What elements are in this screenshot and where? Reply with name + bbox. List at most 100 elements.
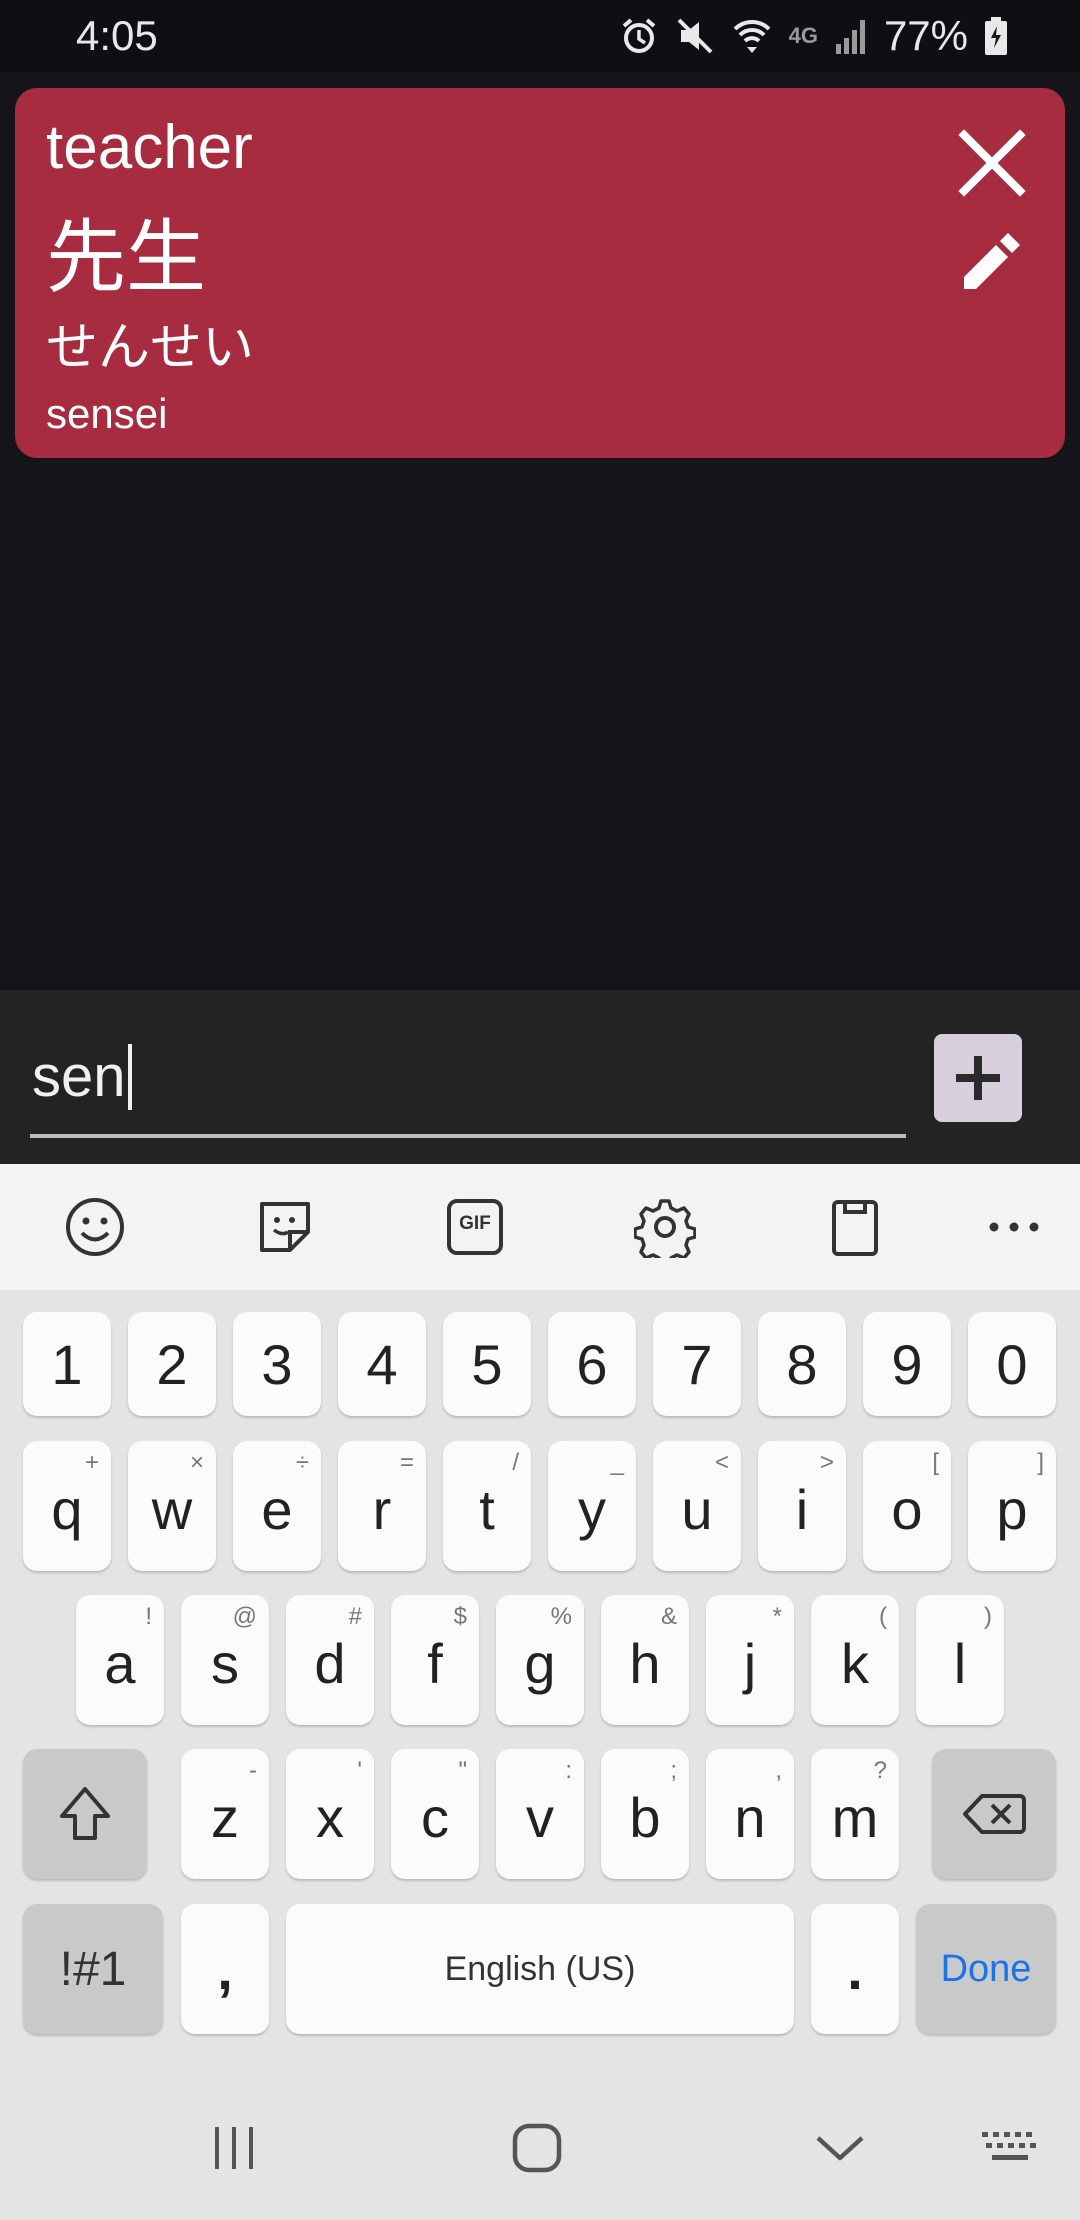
key-alt-label: @ (232, 1603, 257, 1630)
backspace-key[interactable] (932, 1749, 1056, 1879)
clipboard-button[interactable] (817, 1189, 893, 1265)
key-label: 4 (366, 1333, 398, 1396)
settings-button[interactable] (627, 1189, 703, 1265)
key-n[interactable]: ,n (706, 1749, 794, 1879)
key-1[interactable]: 1 (23, 1312, 111, 1416)
status-bar: 4:05 4G 77% (0, 0, 1080, 72)
key-label: 2 (156, 1333, 188, 1396)
key-alt-label: < (714, 1449, 729, 1476)
edit-button[interactable] (947, 216, 1037, 306)
key-h[interactable]: & h (601, 1595, 689, 1725)
period-key[interactable]: . (811, 1904, 899, 2034)
key-b[interactable]: ; b (601, 1749, 689, 1879)
sticker-button[interactable] (247, 1189, 323, 1265)
key-alt-label: ] (1037, 1449, 1044, 1476)
gif-label: GIF (459, 1213, 491, 1234)
status-icons: 4G 77% (619, 10, 1008, 62)
mute-icon (675, 16, 715, 56)
search-input[interactable]: sen (30, 1028, 906, 1138)
key-w[interactable]: × w (128, 1441, 216, 1571)
key-label: t (479, 1478, 495, 1541)
key-0[interactable]: 0 (968, 1312, 1056, 1416)
key-y[interactable]: _ y (548, 1441, 636, 1571)
key-2[interactable]: 2 (128, 1312, 216, 1416)
key-9[interactable]: 9 (863, 1312, 951, 1416)
key-label: i (795, 1478, 809, 1541)
key-alt-label: / (512, 1449, 519, 1476)
key-alt-label: × (189, 1449, 204, 1476)
key-alt-label: _ (610, 1449, 624, 1476)
keyboard-icon (982, 2132, 1036, 2160)
space-key[interactable]: English (US) (286, 1904, 794, 2034)
settings-icon (634, 1199, 696, 1258)
key-label: q (51, 1478, 83, 1541)
status-time: 4:05 (76, 12, 158, 59)
key-alt-label: ' (357, 1757, 362, 1784)
key-o[interactable]: [o (863, 1441, 951, 1571)
key-alt-label: * (772, 1603, 782, 1630)
comma-key[interactable]: , (181, 1904, 269, 2034)
done-label: Done (940, 1947, 1032, 1990)
key-j[interactable]: * j (706, 1595, 794, 1725)
emoji-button[interactable] (57, 1189, 133, 1265)
key-x[interactable]: ' x (286, 1749, 374, 1879)
more-button[interactable] (976, 1189, 1052, 1265)
key-m[interactable]: ? m (811, 1749, 899, 1879)
shift-key[interactable] (23, 1749, 147, 1879)
key-alt-label: ; (670, 1757, 677, 1784)
key-3[interactable]: 3 (233, 1312, 321, 1416)
emoji-icon (66, 1198, 124, 1256)
key-f[interactable]: $ f (391, 1595, 479, 1725)
key-7[interactable]: 7 (653, 1312, 741, 1416)
done-key[interactable]: Done (916, 1904, 1056, 2034)
close-button[interactable] (947, 118, 1037, 208)
key-label: u (681, 1478, 713, 1541)
recents-button[interactable] (184, 2098, 284, 2198)
keyboard-switch-button[interactable] (960, 2098, 1060, 2198)
battery-percent: 77% (883, 12, 968, 59)
key-i[interactable]: > i (758, 1441, 846, 1571)
home-button[interactable] (487, 2098, 587, 2198)
key-label: j (743, 1632, 757, 1695)
key-label: b (629, 1786, 661, 1849)
key-g[interactable]: % g (496, 1595, 584, 1725)
keyboard: GIF 1 2 3 4 5 6 7 8 9 0 + q × w ÷ e = r / t _… (0, 1164, 1080, 2220)
key-label: n (734, 1786, 766, 1849)
key-label: d (314, 1632, 346, 1695)
key-p[interactable]: ] p (968, 1441, 1056, 1571)
key-alt-label: [ (932, 1449, 939, 1476)
battery-charging-icon (984, 16, 1008, 56)
key-c[interactable]: " c (391, 1749, 479, 1879)
key-d[interactable]: # d (286, 1595, 374, 1725)
alarm-icon (619, 16, 659, 56)
key-4[interactable]: 4 (338, 1312, 426, 1416)
key-k[interactable]: (k (811, 1595, 899, 1725)
kana-reading: せんせい (46, 318, 255, 378)
pencil-icon (964, 233, 1020, 289)
add-button[interactable] (934, 1034, 1022, 1122)
gif-button[interactable]: GIF (437, 1189, 513, 1265)
input-value: sen (32, 1044, 126, 1109)
key-s[interactable]: @ s (181, 1595, 269, 1725)
key-a[interactable]: ! a (76, 1595, 164, 1725)
key-r[interactable]: = r (338, 1441, 426, 1571)
key-5[interactable]: 5 (443, 1312, 531, 1416)
key-label: 7 (681, 1333, 713, 1396)
key-v[interactable]: :v (496, 1749, 584, 1879)
key-u[interactable]: < u (653, 1441, 741, 1571)
key-6[interactable]: 6 (548, 1312, 636, 1416)
key-label: g (524, 1632, 556, 1695)
key-8[interactable]: 8 (758, 1312, 846, 1416)
key-t[interactable]: / t (443, 1441, 531, 1571)
period-label: . (847, 1937, 863, 2001)
symbols-key[interactable]: !#1 (23, 1904, 163, 2034)
key-q[interactable]: + q (23, 1441, 111, 1571)
back-button[interactable] (790, 2098, 890, 2198)
key-label: l (953, 1632, 967, 1695)
key-z[interactable]: -z (181, 1749, 269, 1879)
key-alt-label: - (249, 1757, 257, 1784)
key-label: 8 (786, 1333, 818, 1396)
key-alt-label: + (84, 1449, 99, 1476)
key-l[interactable]: ) l (916, 1595, 1004, 1725)
key-e[interactable]: ÷ e (233, 1441, 321, 1571)
